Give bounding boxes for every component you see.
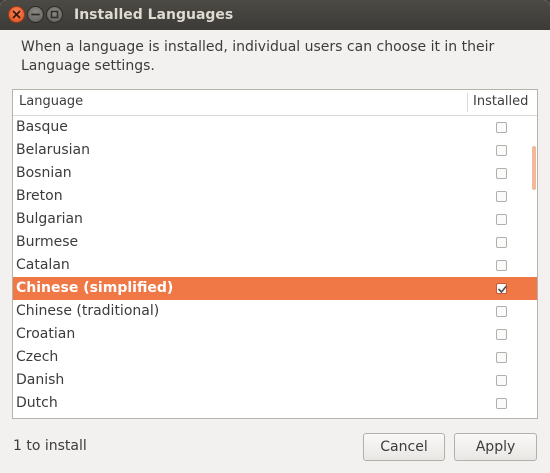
status-text: 1 to install bbox=[13, 438, 87, 454]
installed-checkbox[interactable] bbox=[496, 168, 507, 179]
list-item[interactable]: Breton bbox=[13, 185, 537, 208]
list-item[interactable]: Dutch bbox=[13, 392, 537, 415]
cancel-button[interactable]: Cancel bbox=[363, 433, 445, 461]
installed-checkbox[interactable] bbox=[496, 260, 507, 271]
maximize-icon bbox=[50, 10, 59, 19]
window-title: Installed Languages bbox=[74, 7, 234, 23]
titlebar: Installed Languages bbox=[0, 0, 550, 30]
column-header-language[interactable]: Language bbox=[19, 93, 83, 111]
language-name: Croatian bbox=[16, 326, 76, 342]
installed-checkbox[interactable] bbox=[496, 352, 507, 363]
minimize-icon bbox=[31, 13, 40, 16]
installed-checkbox[interactable] bbox=[496, 237, 507, 248]
close-button[interactable] bbox=[8, 6, 25, 23]
language-name: Danish bbox=[16, 372, 65, 388]
list-item[interactable]: Croatian bbox=[13, 323, 537, 346]
installed-checkbox[interactable] bbox=[496, 329, 507, 340]
installed-checkbox[interactable] bbox=[496, 283, 507, 294]
language-name: Basque bbox=[16, 119, 68, 135]
close-icon bbox=[12, 10, 21, 19]
checkmark-icon bbox=[498, 285, 507, 293]
list-item[interactable]: Burmese bbox=[13, 231, 537, 254]
language-name: Chinese (traditional) bbox=[16, 303, 160, 319]
list-item[interactable]: Danish bbox=[13, 369, 537, 392]
list-header: Language Installed bbox=[13, 90, 537, 116]
column-header-installed[interactable]: Installed bbox=[473, 93, 528, 111]
maximize-button[interactable] bbox=[46, 6, 63, 23]
language-name: Burmese bbox=[16, 234, 79, 250]
language-name: Bulgarian bbox=[16, 211, 83, 227]
installed-checkbox[interactable] bbox=[496, 145, 507, 156]
language-list[interactable]: Language Installed Basque Belarusian Bosni… bbox=[12, 89, 538, 419]
installed-checkbox[interactable] bbox=[496, 398, 507, 409]
installed-checkbox[interactable] bbox=[496, 122, 507, 133]
language-name: Dutch bbox=[16, 395, 58, 411]
list-item[interactable]: Bulgarian bbox=[13, 208, 537, 231]
list-item[interactable]: Chinese (simplified) bbox=[13, 277, 537, 300]
language-name: Breton bbox=[16, 188, 63, 204]
installed-languages-window: Installed Languages When a language is i… bbox=[0, 0, 550, 473]
list-item[interactable]: Catalan bbox=[13, 254, 537, 277]
language-name: Czech bbox=[16, 349, 59, 365]
language-name: Chinese (simplified) bbox=[16, 280, 174, 296]
installed-checkbox[interactable] bbox=[496, 191, 507, 202]
installed-checkbox[interactable] bbox=[496, 214, 507, 225]
language-rows: Basque Belarusian Bosnian Breton Bulgarian Bu… bbox=[13, 116, 537, 415]
language-name: Belarusian bbox=[16, 142, 90, 158]
list-item[interactable]: Bosnian bbox=[13, 162, 537, 185]
installed-checkbox[interactable] bbox=[496, 375, 507, 386]
list-item[interactable]: Czech bbox=[13, 346, 537, 369]
apply-button[interactable]: Apply bbox=[454, 433, 537, 461]
list-item[interactable]: Basque bbox=[13, 116, 537, 139]
installed-checkbox[interactable] bbox=[496, 306, 507, 317]
language-name: Bosnian bbox=[16, 165, 72, 181]
list-item[interactable]: Belarusian bbox=[13, 139, 537, 162]
minimize-button[interactable] bbox=[27, 6, 44, 23]
column-divider bbox=[467, 93, 468, 112]
description-text: When a language is installed, individual… bbox=[21, 39, 495, 74]
language-name: Catalan bbox=[16, 257, 70, 273]
scrollbar[interactable] bbox=[532, 146, 536, 190]
list-item[interactable]: Chinese (traditional) bbox=[13, 300, 537, 323]
